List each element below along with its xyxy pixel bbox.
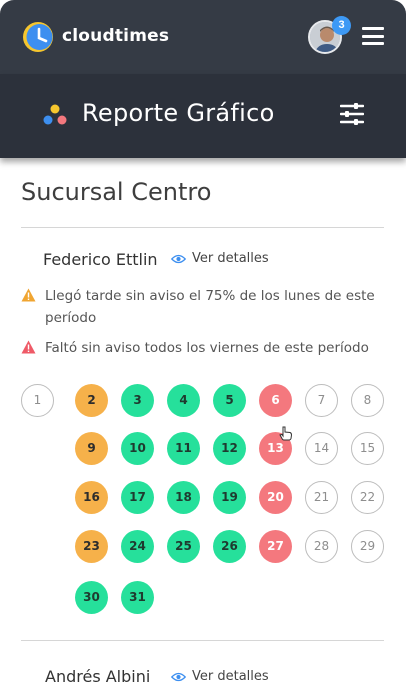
calendar-day[interactable]: 30 bbox=[75, 581, 108, 614]
app-name[interactable]: cloudtimes bbox=[62, 26, 169, 46]
notification-badge[interactable]: 3 bbox=[332, 16, 351, 35]
calendar-day[interactable]: 21 bbox=[305, 481, 338, 514]
calendar-day[interactable]: 27 bbox=[259, 530, 292, 563]
calendar-day[interactable]: 23 bbox=[75, 530, 108, 563]
calendar-day[interactable]: 4 bbox=[167, 384, 200, 417]
calendar-day[interactable]: 25 bbox=[167, 530, 200, 563]
filter-sliders-icon[interactable] bbox=[340, 103, 364, 125]
calendar-day[interactable]: 20 bbox=[259, 481, 292, 514]
pointer-cursor-icon bbox=[279, 426, 293, 441]
calendar-day[interactable]: 16 bbox=[75, 481, 108, 514]
divider bbox=[21, 640, 384, 641]
view-details-label: Ver detalles bbox=[192, 251, 269, 266]
calendar-day[interactable]: 10 bbox=[121, 432, 154, 465]
view-details-link[interactable]: Ver detalles bbox=[171, 251, 269, 266]
clock-logo-icon[interactable] bbox=[22, 21, 54, 53]
calendar-day[interactable]: 8 bbox=[351, 384, 384, 417]
calendar-day[interactable]: 9 bbox=[75, 432, 108, 465]
calendar-day[interactable]: 7 bbox=[305, 384, 338, 417]
hamburger-menu-icon[interactable] bbox=[362, 27, 384, 45]
calendar-day[interactable]: 18 bbox=[167, 481, 200, 514]
alert-text: Llegó tarde sin aviso el 75% de los lune… bbox=[45, 288, 375, 326]
calendar-day[interactable]: 12 bbox=[213, 432, 246, 465]
view-details-link[interactable]: Ver detalles bbox=[171, 669, 269, 684]
absence-alert: Faltó sin aviso todos los viernes de est… bbox=[21, 337, 390, 359]
view-details-label: Ver detalles bbox=[192, 669, 269, 684]
calendar-day[interactable]: 6 bbox=[259, 384, 292, 417]
calendar-day[interactable]: 17 bbox=[121, 481, 154, 514]
calendar-day[interactable]: 28 bbox=[305, 530, 338, 563]
page-title: Reporte Gráfico bbox=[82, 99, 275, 127]
calendar-day[interactable]: 31 bbox=[121, 581, 154, 614]
calendar-day[interactable]: 11 bbox=[167, 432, 200, 465]
report-dots-icon bbox=[43, 104, 67, 125]
calendar-day[interactable]: 15 bbox=[351, 432, 384, 465]
calendar-day[interactable]: 14 bbox=[305, 432, 338, 465]
eye-icon bbox=[171, 672, 186, 681]
eye-icon bbox=[171, 254, 186, 263]
calendar-day[interactable]: 5 bbox=[213, 384, 246, 417]
branch-title: Sucursal Centro bbox=[21, 178, 212, 206]
calendar-day[interactable]: 26 bbox=[213, 530, 246, 563]
calendar-day[interactable]: 24 bbox=[121, 530, 154, 563]
warning-icon bbox=[21, 288, 36, 302]
employee-name: Federico Ettlin bbox=[43, 250, 158, 269]
calendar-day[interactable]: 2 bbox=[75, 384, 108, 417]
employee-name: Andrés Albini bbox=[45, 667, 151, 686]
calendar-day[interactable]: 1 bbox=[21, 384, 54, 417]
calendar-day[interactable]: 19 bbox=[213, 481, 246, 514]
warning-icon bbox=[21, 340, 36, 354]
late-alert: Llegó tarde sin aviso el 75% de los lune… bbox=[21, 285, 390, 329]
divider bbox=[21, 227, 384, 228]
calendar-day[interactable]: 22 bbox=[351, 481, 384, 514]
calendar-day[interactable]: 3 bbox=[121, 384, 154, 417]
calendar-day[interactable]: 29 bbox=[351, 530, 384, 563]
top-bar bbox=[0, 0, 406, 74]
alert-text: Faltó sin aviso todos los viernes de est… bbox=[45, 340, 369, 356]
